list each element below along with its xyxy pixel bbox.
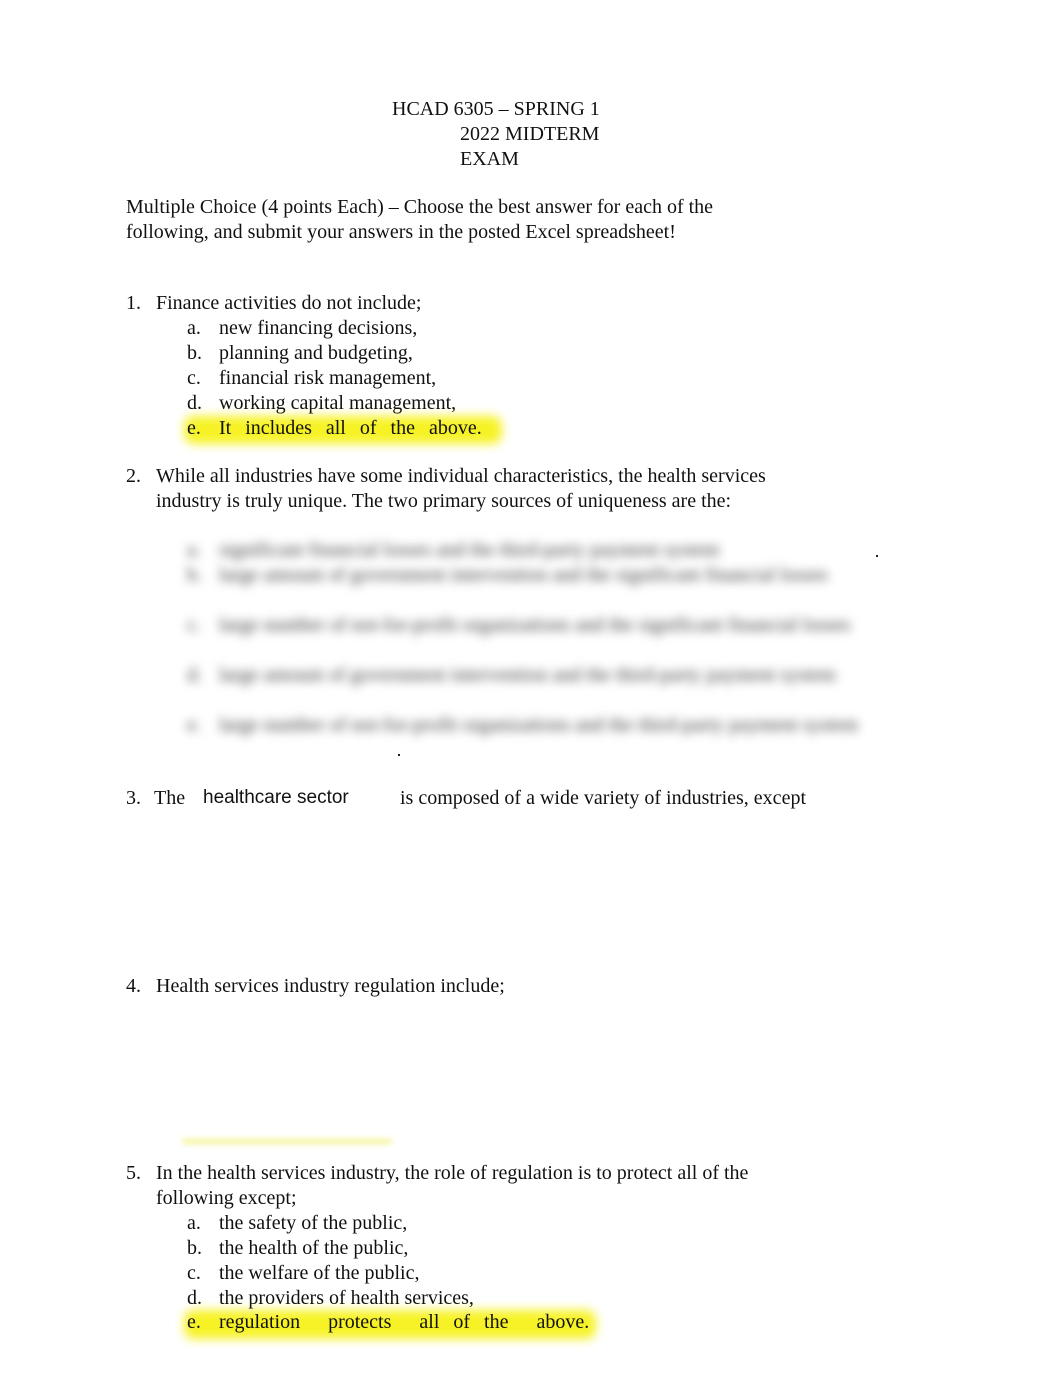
option-text: large number of not-for-profit organizat… [219,714,859,736]
option-letter: c. [187,367,201,389]
option-letter: a. [187,1212,201,1234]
answer-highlight-remnant [182,1139,392,1144]
option-text: large number of not-for-profit organizat… [219,614,851,636]
option-text: new financing decisions, [219,317,418,339]
option-text: the health of the public, [219,1237,409,1259]
option-letter: b. [187,564,202,586]
question-text: In the health services industry, the rol… [156,1162,749,1209]
option-letter: a. [187,539,201,561]
option-letter: e. [187,417,201,439]
option-text: the providers of health services, [219,1287,474,1309]
period-mark [876,555,878,557]
question-text-end: is composed of a wide variety of industr… [400,787,806,809]
option-letter: a. [187,317,201,339]
question-number: 5. [126,1162,141,1184]
question-text: Health services industry regulation incl… [156,975,505,997]
option-text: large amount of government intervention … [219,664,836,686]
option-text: the safety of the public, [219,1212,408,1234]
question-number: 3. [126,787,141,809]
option-letter: e. [187,714,201,736]
instructions-text: Multiple Choice (4 points Each) – Choose… [126,196,714,243]
option-letter: d. [187,392,202,414]
option-text: regulation protects all of the above. [219,1311,590,1333]
option-letter: e. [187,1311,201,1333]
question-text: While all industries have some individua… [156,465,766,512]
option-text: large amount of government intervention … [219,564,828,586]
exam-title-line-2: 2022 MIDTERM [460,123,600,145]
question-number: 4. [126,975,141,997]
question-text-start: The [154,787,186,809]
option-text: planning and budgeting, [219,342,413,364]
option-letter: b. [187,1237,202,1259]
option-text: significant financial losses and the thi… [219,539,720,561]
option-text: the welfare of the public, [219,1262,420,1284]
option-letter: d. [187,664,202,686]
option-text: financial risk management, [219,367,437,389]
question-number: 2. [126,465,141,487]
question-number: 1. [126,292,141,314]
option-text: It includes all of the above. [219,417,482,439]
option-text: working capital management, [219,392,457,414]
exam-title-line-1: HCAD 6305 – SPRING 1 [392,98,600,120]
option-letter: d. [187,1287,202,1309]
question-inline-term: healthcare sector [203,787,349,808]
option-letter: b. [187,342,202,364]
option-letter: c. [187,614,201,636]
question-text: Finance activities do not include; [156,292,422,314]
exam-title-line-3: EXAM [460,148,519,170]
option-letter: c. [187,1262,201,1284]
period-mark [398,754,400,756]
